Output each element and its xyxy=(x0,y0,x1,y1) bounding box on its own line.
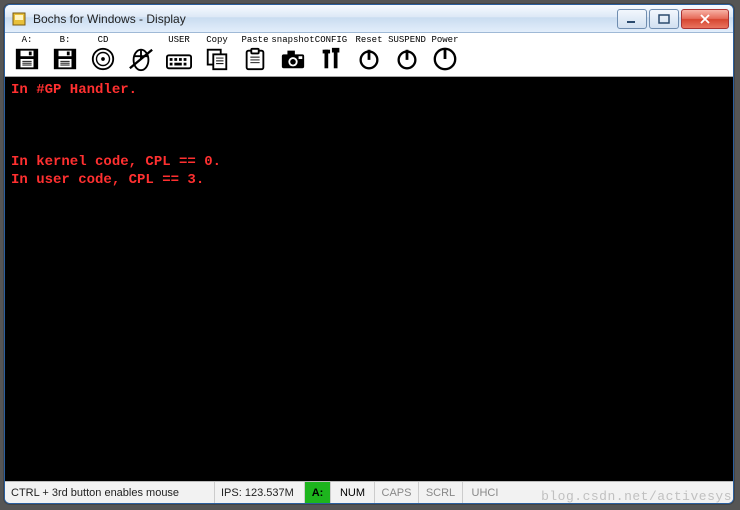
copy-button[interactable]: Copy xyxy=(199,35,235,75)
power-button-label: Power xyxy=(431,35,458,45)
config-button-label: CONFIG xyxy=(315,35,347,45)
power-button[interactable]: Power xyxy=(427,35,463,75)
mouse-capture-button[interactable] xyxy=(123,35,159,75)
reset-button-label: Reset xyxy=(355,35,382,45)
toolbar: A:B:CDUSERCopyPastesnapshotCONFIGResetSU… xyxy=(5,33,733,77)
drive-b-button[interactable]: B: xyxy=(47,35,83,75)
console-output: In #GP Handler. In kernel code, CPL == 0… xyxy=(5,77,733,481)
drive-b-button-label: B: xyxy=(60,35,71,45)
camera-icon xyxy=(277,45,309,73)
user-button-label: USER xyxy=(168,35,190,45)
status-scrolllock: SCRL xyxy=(419,482,463,503)
minimize-button[interactable] xyxy=(617,9,647,29)
status-mouse-hint: CTRL + 3rd button enables mouse xyxy=(5,482,215,503)
config-button[interactable]: CONFIG xyxy=(313,35,349,75)
power-icon xyxy=(353,45,385,73)
paste-button-label: Paste xyxy=(241,35,268,45)
copy-button-label: Copy xyxy=(206,35,228,45)
reset-button[interactable]: Reset xyxy=(351,35,387,75)
drive-a-button-label: A: xyxy=(22,35,33,45)
status-capslock: CAPS xyxy=(375,482,419,503)
maximize-button[interactable] xyxy=(649,9,679,29)
titlebar[interactable]: Bochs for Windows - Display xyxy=(5,5,733,33)
power-icon xyxy=(391,45,423,73)
status-uhci: UHCI xyxy=(463,482,507,503)
floppy-icon xyxy=(11,45,43,73)
user-button[interactable]: USER xyxy=(161,35,197,75)
copy-icon xyxy=(201,45,233,73)
window-controls xyxy=(615,9,729,29)
app-window: Bochs for Windows - Display A: B: CD USER Co… xyxy=(4,4,734,504)
statusbar: CTRL + 3rd button enables mouse IPS: 123… xyxy=(5,481,733,503)
snapshot-button-label: snapshot xyxy=(271,35,314,45)
app-icon xyxy=(11,11,27,27)
paste-button[interactable]: Paste xyxy=(237,35,273,75)
suspend-button-label: SUSPEND xyxy=(388,35,426,45)
cd-icon xyxy=(87,45,119,73)
drive-cd-button-label: CD xyxy=(98,35,109,45)
drive-a-button[interactable]: A: xyxy=(9,35,45,75)
snapshot-button[interactable]: snapshot xyxy=(275,35,311,75)
power-ring-icon xyxy=(429,45,461,73)
mouse-off-icon xyxy=(125,45,157,73)
floppy-icon xyxy=(49,45,81,73)
drive-cd-button[interactable]: CD xyxy=(85,35,121,75)
close-button[interactable] xyxy=(681,9,729,29)
paste-icon xyxy=(239,45,271,73)
status-numlock: NUM xyxy=(331,482,375,503)
keyboard-icon xyxy=(163,45,195,73)
status-drive-a: A: xyxy=(305,482,331,503)
status-ips: IPS: 123.537M xyxy=(215,482,305,503)
tools-icon xyxy=(315,45,347,73)
suspend-button[interactable]: SUSPEND xyxy=(389,35,425,75)
window-title: Bochs for Windows - Display xyxy=(33,12,615,26)
